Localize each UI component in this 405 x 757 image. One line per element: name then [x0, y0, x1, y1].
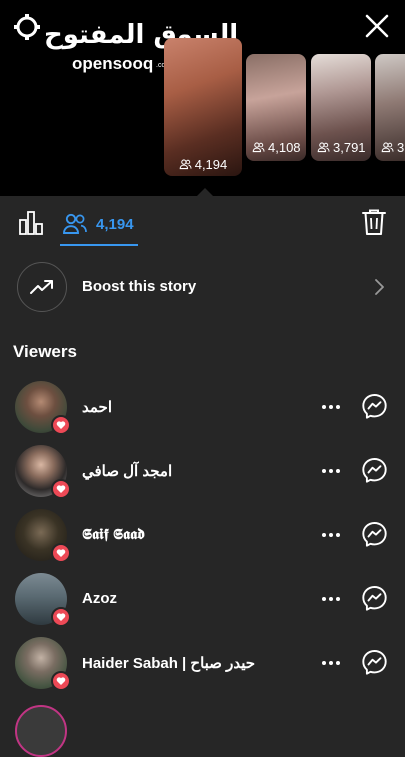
- people-icon: [381, 142, 394, 153]
- viewer-row[interactable]: 𝕾𝖆𝖎𝖋 𝕾𝖆𝖆𝖉: [0, 506, 405, 566]
- story-thumbnail[interactable]: 3,791: [311, 54, 371, 161]
- close-icon[interactable]: [363, 12, 391, 40]
- messenger-icon[interactable]: [361, 393, 388, 420]
- chevron-right-icon: [375, 279, 384, 295]
- bar-chart-icon[interactable]: [18, 210, 44, 236]
- messenger-icon[interactable]: [361, 521, 388, 548]
- people-icon: [179, 159, 192, 170]
- heart-icon: [51, 607, 71, 627]
- boost-icon-circle: [17, 262, 67, 312]
- story-viewers-count: 4,194: [164, 157, 242, 172]
- story-thumbnail[interactable]: 4,108: [246, 54, 306, 161]
- viewer-name: 𝕾𝖆𝖎𝖋 𝕾𝖆𝖆𝖉: [82, 526, 145, 543]
- story-preview-area: السوق المفتوح opensooq .com 4,194 4,108 …: [0, 0, 405, 196]
- story-thumbnail[interactable]: 3: [375, 54, 405, 161]
- more-options-icon[interactable]: [320, 462, 342, 480]
- viewer-row[interactable]: Haider Sabah | حيدر صباح: [0, 634, 405, 694]
- opensooq-logo: السوق المفتوح opensooq .com: [14, 12, 238, 78]
- boost-story-row[interactable]: Boost this story: [0, 260, 405, 316]
- story-thumbnail-selected[interactable]: 4,194: [164, 38, 242, 176]
- more-options-icon[interactable]: [320, 590, 342, 608]
- more-options-icon[interactable]: [320, 526, 342, 544]
- more-options-icon[interactable]: [320, 398, 342, 416]
- people-icon: [252, 142, 265, 153]
- viewers-tab-count: 4,194: [96, 215, 134, 233]
- story-viewers-count: 3: [375, 140, 405, 155]
- heart-icon: [51, 671, 71, 691]
- viewer-row[interactable]: امجد آل صافي: [0, 442, 405, 502]
- viewer-name: امجد آل صافي: [82, 463, 173, 480]
- viewer-name: Haider Sabah | حيدر صباح: [82, 655, 256, 672]
- story-viewers-count: 3,791: [311, 140, 371, 155]
- tab-viewers[interactable]: 4,194: [60, 204, 138, 246]
- avatar[interactable]: [15, 705, 67, 757]
- viewer-name: احمد: [82, 399, 112, 416]
- people-icon: [63, 213, 87, 234]
- heart-icon: [51, 415, 71, 435]
- viewer-name: Azoz: [82, 590, 117, 607]
- trash-icon[interactable]: [361, 208, 387, 236]
- heart-icon: [51, 479, 71, 499]
- logo-latin-text: opensooq: [72, 54, 154, 73]
- people-icon: [317, 142, 330, 153]
- messenger-icon[interactable]: [361, 649, 388, 676]
- selected-story-pointer: [197, 188, 213, 196]
- insights-tabs: 4,194: [0, 196, 405, 250]
- story-viewers-count: 4,108: [246, 140, 306, 155]
- gear-logo-icon: [14, 14, 40, 40]
- trending-up-icon: [30, 280, 53, 294]
- boost-label: Boost this story: [82, 278, 197, 295]
- messenger-icon[interactable]: [361, 585, 388, 612]
- viewer-row[interactable]: Azoz: [0, 570, 405, 630]
- messenger-icon[interactable]: [361, 457, 388, 484]
- viewer-row[interactable]: احمد: [0, 378, 405, 438]
- viewers-section-title: Viewers: [13, 342, 77, 361]
- heart-icon: [51, 543, 71, 563]
- more-options-icon[interactable]: [320, 654, 342, 672]
